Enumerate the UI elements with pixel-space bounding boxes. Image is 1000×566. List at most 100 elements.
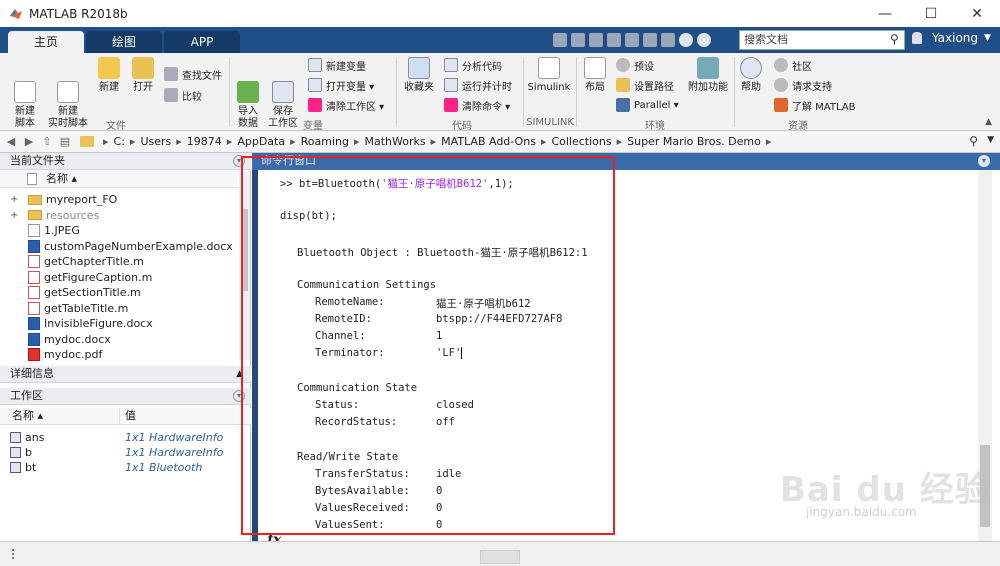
minimize-button[interactable]: — [862, 0, 908, 27]
switch-windows-icon[interactable] [661, 33, 675, 47]
favorites-button[interactable]: 收藏夹 [402, 57, 436, 94]
output-key: RecordStatus: [315, 416, 398, 428]
cut-icon[interactable] [571, 33, 585, 47]
search-documentation-input[interactable]: 搜索文档 [739, 30, 905, 50]
forward-arrow-icon[interactable]: ▶ [22, 135, 36, 149]
column-name-header[interactable]: 名称 ▴ [46, 171, 77, 187]
details-panel-header[interactable]: 详细信息 ▲ [0, 366, 251, 383]
panel-actions-icon[interactable]: ▾ [233, 390, 245, 402]
breadcrumb-item[interactable]: AppData [237, 135, 285, 148]
close-button[interactable]: ✕ [954, 0, 1000, 27]
breadcrumb-item[interactable]: Collections [551, 135, 611, 148]
file-list-item[interactable]: getSectionTitle.m [10, 285, 141, 300]
workspace-panel-header: 工作区 ▾ [0, 388, 251, 405]
status-grip-icon[interactable] [12, 549, 28, 559]
save-icon[interactable] [553, 33, 567, 47]
new-plus-icon [98, 57, 120, 79]
back-arrow-icon[interactable]: ◀ [4, 135, 18, 149]
browse-folder-icon[interactable]: ▤ [58, 135, 72, 149]
simulink-icon [538, 57, 560, 79]
breadcrumb-item[interactable]: C: [114, 135, 125, 148]
file-list-item[interactable]: + resources [10, 208, 99, 223]
notification-bell-icon[interactable] [912, 32, 922, 44]
user-account[interactable]: Yaxiong ▼ [912, 31, 991, 45]
dropdown-icon[interactable] [697, 33, 711, 47]
panel-actions-icon[interactable]: ▾ [978, 155, 990, 167]
scrollbar-thumb[interactable] [241, 209, 248, 291]
chevron-down-icon[interactable]: ▼ [984, 33, 991, 43]
compare-button[interactable]: 比较 [164, 86, 202, 104]
file-list-item[interactable]: InvisibleFigure.docx [10, 316, 153, 331]
column-value-header[interactable]: 值 [125, 408, 136, 424]
analyze-code-button[interactable]: 分析代码 [444, 56, 502, 74]
breadcrumb-item[interactable]: MATLAB Add-Ons [441, 135, 536, 148]
breadcrumb-item[interactable]: Users [140, 135, 171, 148]
panel-title: 详细信息 [10, 367, 54, 380]
workspace-variable-row[interactable]: bt 1x1 Bluetooth [10, 460, 240, 475]
new-button[interactable]: 新建 [94, 57, 124, 94]
search-icon[interactable]: ⚲ [890, 32, 899, 46]
chevron-up-icon[interactable]: ▲ [236, 366, 243, 382]
path-dropdown-icon[interactable]: ▼ [987, 135, 994, 145]
breadcrumb-item[interactable]: MathWorks [365, 135, 426, 148]
breadcrumb-item[interactable]: 19874 [187, 135, 222, 148]
tab-apps[interactable]: APP [164, 31, 240, 53]
community-button[interactable]: 社区 [774, 56, 812, 74]
expand-icon[interactable]: + [10, 192, 20, 207]
run-and-time-icon [444, 78, 458, 92]
find-files-button[interactable]: 查找文件 [164, 65, 222, 83]
window-title: MATLAB R2018b [29, 6, 128, 21]
tab-home[interactable]: 主页 [8, 31, 84, 53]
help-icon[interactable] [679, 33, 693, 47]
expand-icon[interactable]: + [10, 208, 20, 223]
file-list-item[interactable]: getChapterTitle.m [10, 254, 144, 269]
parallel-button[interactable]: Parallel ▾ [616, 96, 679, 114]
path-search-icon[interactable]: ⚲ [969, 134, 978, 148]
workspace-variable-row[interactable]: ans 1x1 HardwareInfo [10, 430, 240, 445]
paste-icon[interactable] [607, 33, 621, 47]
clear-workspace-button[interactable]: 清除工作区 ▾ [308, 96, 384, 114]
preferences-button[interactable]: 预设 [616, 56, 654, 74]
file-list-item[interactable]: 1.JPEG [10, 223, 80, 238]
workspace-variable-row[interactable]: b 1x1 HardwareInfo [10, 445, 240, 460]
file-list-item[interactable]: customPageNumberExample.docx [10, 239, 233, 254]
breadcrumb-item[interactable]: Super Mario Bros. Demo [627, 135, 761, 148]
quick-access-toolbar [553, 31, 715, 49]
file-list-item[interactable]: + myreport_FO [10, 192, 117, 207]
variable-value: 1x1 Bluetooth [125, 461, 203, 474]
file-list-scrollbar[interactable] [239, 171, 250, 360]
undo-icon[interactable] [625, 33, 639, 47]
collapse-ribbon-icon[interactable]: ▲ [985, 117, 992, 127]
file-list-item[interactable]: mydoc.pdf [10, 347, 102, 362]
panel-actions-icon[interactable]: ▾ [233, 155, 245, 167]
layout-button[interactable]: 布局 [580, 57, 610, 94]
tab-plots[interactable]: 绘图 [86, 31, 162, 53]
addons-button[interactable]: 附加功能 [686, 57, 730, 94]
request-support-button[interactable]: 请求支持 [774, 76, 832, 94]
learn-matlab-button[interactable]: 了解 MATLAB [774, 96, 855, 114]
copy-icon[interactable] [589, 33, 603, 47]
open-variable-button[interactable]: 打开变量 ▾ [308, 76, 374, 94]
output-value: idle [436, 468, 462, 480]
set-path-button[interactable]: 设置路径 [616, 76, 674, 94]
file-list-item[interactable]: getFigureCaption.m [10, 270, 152, 285]
new-variable-button[interactable]: 新建变量 [308, 56, 366, 74]
community-icon [774, 58, 788, 72]
open-button[interactable]: 打开 [128, 57, 158, 94]
help-button[interactable]: 帮助 [738, 57, 764, 94]
file-list-item[interactable]: mydoc.docx [10, 332, 111, 347]
maximize-button[interactable]: ☐ [908, 0, 954, 27]
run-and-time-button[interactable]: 运行并计时 [444, 76, 512, 94]
redo-icon[interactable] [643, 33, 657, 47]
column-name-header[interactable]: 名称 ▴ [12, 408, 43, 424]
open-variable-icon [308, 78, 322, 92]
output-key: TransferStatus: [315, 468, 410, 480]
output-key: RemoteName: [315, 296, 385, 308]
file-list-item[interactable]: getTableTitle.m [10, 301, 128, 316]
layout-icon [584, 57, 606, 79]
output-value: off [436, 416, 455, 428]
up-folder-icon[interactable]: ⇧ [40, 135, 54, 149]
breadcrumb-item[interactable]: Roaming [301, 135, 349, 148]
clear-commands-button[interactable]: 清除命令 ▾ [444, 96, 510, 114]
simulink-button[interactable]: Simulink [527, 57, 571, 94]
